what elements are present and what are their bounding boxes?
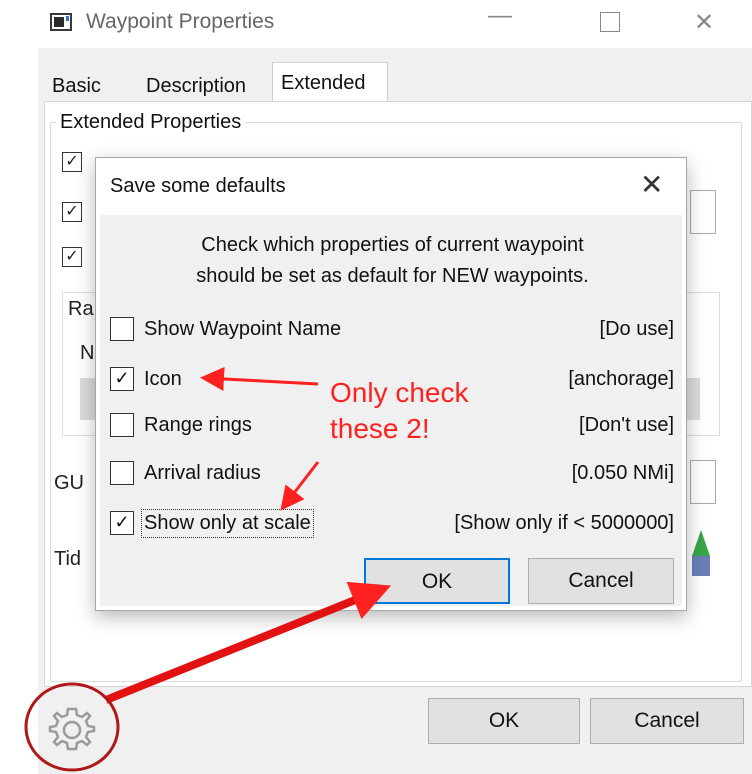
annotation-overlay	[24, 366, 392, 772]
annotation-arrow-icon	[200, 366, 319, 391]
annotation-arrow-gear	[104, 581, 392, 704]
annotation-arrow-scale	[280, 461, 320, 511]
annotation-circle-gear	[24, 682, 120, 772]
